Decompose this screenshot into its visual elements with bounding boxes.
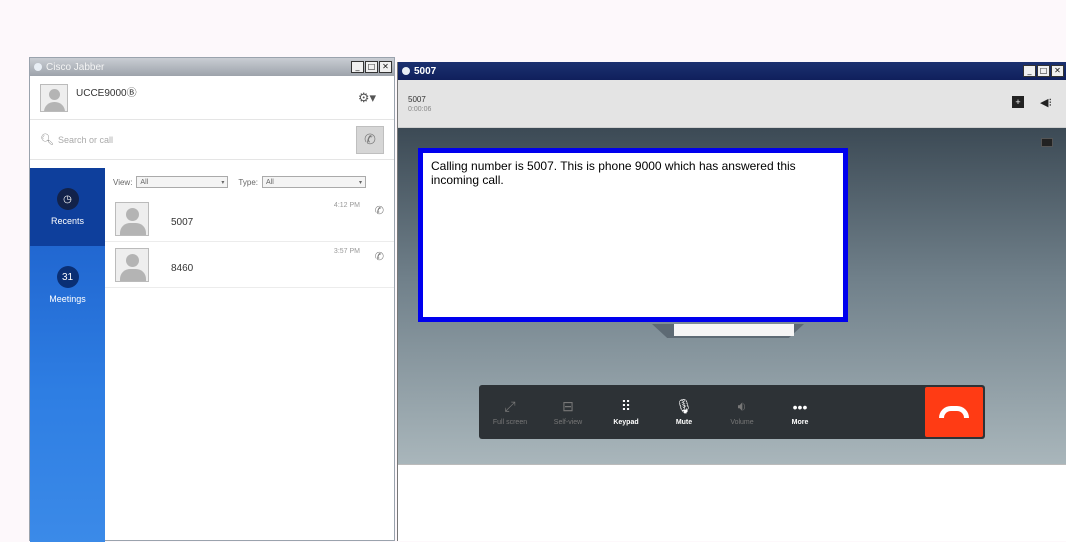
search-row: 🔍︎ Search or call ✆ <box>30 120 394 160</box>
contact-avatar <box>115 247 149 282</box>
contact-avatar <box>115 201 149 236</box>
phone-icon: ✆ <box>364 131 376 147</box>
jabber-app-icon <box>34 63 42 71</box>
video-area: Calling number is 5007. This is phone 90… <box>398 128 1066 464</box>
incoming-call-icon[interactable]: ✆ <box>375 204 384 217</box>
chevron-down-icon: ▾ <box>221 179 225 186</box>
hang-up-icon <box>939 406 969 418</box>
jabber-titlebar[interactable]: Cisco Jabber _ □ ✕ <box>30 58 394 76</box>
recents-panel: View: All ▾ Type: All ▾ 5007 4:12 PM ✆ 8… <box>105 168 394 540</box>
call-controls-bar: ⤢ Full screen ⊟ Self-view ⠿ Keypad 🎙︎ Mu… <box>479 385 985 439</box>
more-button[interactable]: ••• More <box>771 387 829 437</box>
sidebar-item-meetings[interactable]: 31 Meetings <box>30 246 105 324</box>
maximize-button[interactable]: □ <box>365 61 378 73</box>
call-duration: 0:00:06 <box>408 105 432 113</box>
fullscreen-icon: ⤢ <box>504 398 516 414</box>
recent-call-row[interactable]: 5007 4:12 PM ✆ <box>105 196 394 242</box>
username: UCCE9000Ⓑ <box>76 88 137 99</box>
call-titlebar[interactable]: 5007 _ □ ✕ <box>398 62 1066 80</box>
user-header: UCCE9000Ⓑ ⚙▾ <box>30 76 394 120</box>
maximize-button[interactable]: □ <box>1037 65 1050 77</box>
add-participant-icon[interactable]: + <box>1012 96 1025 108</box>
incoming-call-icon[interactable]: ✆ <box>375 250 384 263</box>
type-filter-select[interactable]: All ▾ <box>262 176 366 188</box>
minimize-button[interactable]: _ <box>1023 65 1036 77</box>
mute-button[interactable]: 🎙︎ Mute <box>655 387 713 437</box>
call-info-bar: 5007 0:00:06 + ◀⁝ <box>398 80 1066 128</box>
volume-icon: 🔉︎ <box>737 398 747 414</box>
sidebar-item-label: Meetings <box>49 294 86 304</box>
view-filter-select[interactable]: All ▾ <box>136 176 229 188</box>
recent-call-row[interactable]: 8460 3:57 PM ✆ <box>105 242 394 288</box>
keypad-icon: ⠿ <box>620 398 632 414</box>
call-header-icons: + ◀⁝ <box>1012 96 1052 109</box>
self-view-tray-inner <box>674 324 794 336</box>
call-time: 3:57 PM <box>333 248 360 255</box>
call-window-title: 5007 <box>414 65 437 77</box>
fullscreen-button[interactable]: ⤢ Full screen <box>481 387 539 437</box>
jabber-window-title: Cisco Jabber <box>46 61 105 73</box>
search-placeholder: Search or call <box>57 134 113 145</box>
call-button[interactable]: ✆ <box>356 125 384 154</box>
close-button[interactable]: ✕ <box>379 61 392 73</box>
call-app-icon <box>402 67 410 75</box>
view-filter-label: View: <box>113 177 133 187</box>
user-avatar[interactable] <box>40 83 68 112</box>
speaker-icon[interactable]: ◀⁝ <box>1040 96 1052 109</box>
search-icon: 🔍︎ <box>40 134 54 146</box>
jabber-main-window: Cisco Jabber _ □ ✕ UCCE9000Ⓑ ⚙▾ 🔍︎ Searc… <box>29 57 395 542</box>
clock-icon: ◷ <box>56 188 79 210</box>
more-icon: ••• <box>792 398 808 415</box>
sidebar-item-label: Recents <box>50 216 85 226</box>
minimize-button[interactable]: _ <box>351 61 364 73</box>
sidebar-item-recents[interactable]: ◷ Recents <box>30 168 105 246</box>
contact-name: 8460 <box>171 263 194 274</box>
self-view-button[interactable]: ⊟ Self-view <box>539 387 597 437</box>
call-window-controls: _ □ ✕ <box>1023 65 1066 77</box>
call-bottom-panel <box>398 464 1066 541</box>
contact-name: 5007 <box>171 217 194 228</box>
chevron-down-icon: ▾ <box>358 179 362 186</box>
self-view-icon: ⊟ <box>562 398 574 414</box>
call-window: 5007 _ □ ✕ 5007 0:00:06 + ◀⁝ Calling num… <box>397 62 1066 541</box>
calendar-icon: 31 <box>56 266 79 288</box>
jabber-window-controls: _ □ ✕ <box>351 61 394 73</box>
end-call-button[interactable] <box>925 387 983 437</box>
gear-icon[interactable]: ⚙▾ <box>358 90 376 106</box>
mute-icon: 🎙︎ <box>675 398 693 414</box>
type-filter-label: Type: <box>238 177 258 187</box>
sidebar: ◷ Recents 31 Meetings <box>30 168 105 542</box>
close-button[interactable]: ✕ <box>1051 65 1064 77</box>
call-time: 4:12 PM <box>333 202 360 209</box>
caller-number: 5007 <box>408 94 426 104</box>
pip-toggle-icon[interactable] <box>1041 138 1053 147</box>
search-input[interactable]: 🔍︎ Search or call <box>38 127 356 153</box>
volume-button[interactable]: 🔉︎ Volume <box>713 387 771 437</box>
filter-bar: View: All ▾ Type: All ▾ <box>105 168 394 196</box>
keypad-button[interactable]: ⠿ Keypad <box>597 387 655 437</box>
annotation-box: Calling number is 5007. This is phone 90… <box>418 148 848 322</box>
